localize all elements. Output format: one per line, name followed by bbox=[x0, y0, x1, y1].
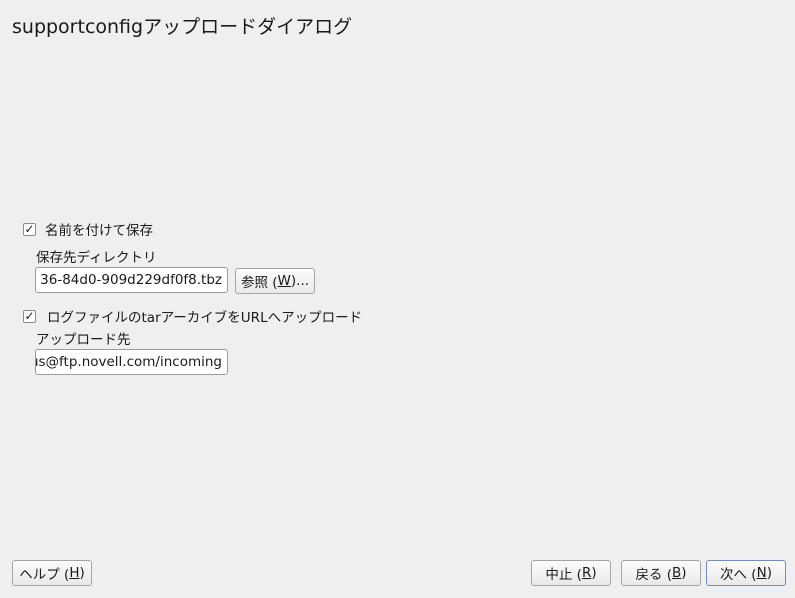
dialog-title: supportconfigアップロードダイアログ bbox=[12, 16, 353, 38]
upload-target-field[interactable]: us@ftp.novell.com/incoming bbox=[35, 349, 228, 375]
help-button[interactable]: ヘルプ (H) bbox=[12, 560, 92, 586]
browse-button-accel: W bbox=[277, 273, 291, 289]
save-directory-label: 保存先ディレクトリ bbox=[36, 250, 157, 266]
next-button[interactable]: 次へ (N) bbox=[706, 560, 786, 586]
save-directory-field[interactable]: 36-84d0-909d229df0f8.tbz bbox=[35, 267, 228, 293]
next-button-label: 次へ ( bbox=[720, 567, 757, 583]
back-button-label: 戻る ( bbox=[635, 567, 672, 583]
abort-button[interactable]: 中止 (R) bbox=[531, 560, 611, 586]
save-directory-value: 36-84d0-909d229df0f8.tbz bbox=[40, 272, 222, 288]
save-as-label: 名前を付けて保存 bbox=[45, 223, 153, 239]
upload-target-label: アップロード先 bbox=[36, 332, 131, 348]
upload-checkbox-row[interactable]: ✓ ログファイルのtarアーカイブをURLへアップロード bbox=[23, 306, 362, 326]
checkmark-icon: ✓ bbox=[24, 308, 35, 323]
help-button-accel: H bbox=[69, 565, 80, 581]
abort-button-suffix: ) bbox=[591, 565, 597, 581]
browse-button-suffix: )... bbox=[290, 273, 310, 289]
upload-target-value: us@ftp.novell.com/incoming bbox=[35, 354, 222, 370]
help-button-label: ヘルプ ( bbox=[19, 567, 70, 583]
checkmark-icon: ✓ bbox=[24, 221, 35, 236]
back-button-suffix: ) bbox=[681, 565, 687, 581]
back-button-accel: B bbox=[672, 565, 682, 581]
back-button[interactable]: 戻る (B) bbox=[621, 560, 701, 586]
browse-button-label: 参照 ( bbox=[240, 275, 278, 291]
save-as-checkbox-row[interactable]: ✓ 名前を付けて保存 bbox=[23, 219, 153, 239]
next-button-accel: N bbox=[756, 565, 767, 581]
abort-button-label: 中止 ( bbox=[545, 567, 582, 583]
save-as-checkbox[interactable]: ✓ bbox=[23, 221, 36, 236]
help-button-suffix: ) bbox=[79, 565, 85, 581]
browse-button[interactable]: 参照 (W)... bbox=[235, 268, 315, 294]
abort-button-accel: R bbox=[581, 565, 592, 581]
next-button-suffix: ) bbox=[766, 565, 772, 581]
upload-checkbox[interactable]: ✓ bbox=[23, 308, 36, 323]
upload-label: ログファイルのtarアーカイブをURLへアップロード bbox=[47, 310, 363, 326]
